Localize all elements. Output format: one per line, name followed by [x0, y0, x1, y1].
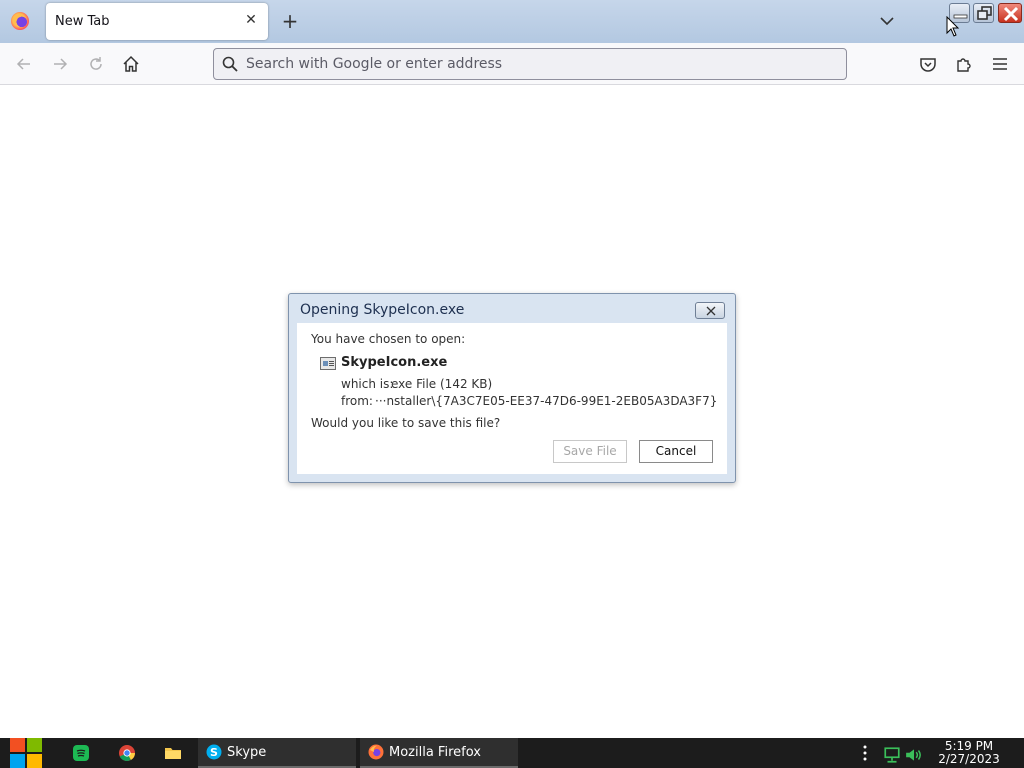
restore-icon — [977, 6, 992, 20]
start-icon-quad — [27, 738, 42, 752]
forward-arrow-icon[interactable] — [50, 54, 70, 74]
close-tab-icon[interactable]: ✕ — [243, 12, 259, 28]
taskbar-item-label: Skype — [227, 745, 267, 760]
svg-text:S: S — [210, 746, 218, 759]
dialog-title: Opening SkypeIcon.exe — [300, 302, 465, 318]
skype-icon: S — [206, 744, 222, 760]
start-icon — [10, 738, 25, 752]
taskbar-item-skype[interactable]: S Skype — [198, 738, 356, 768]
from-value: ···nstaller\{7A3C7E05-EE37-47D6-99E1-2EB… — [375, 394, 718, 408]
taskbar-item-firefox[interactable]: Mozilla Firefox — [360, 738, 518, 768]
new-tab-button[interactable]: + — [280, 11, 300, 31]
chosen-to-open-label: You have chosen to open: — [311, 332, 466, 346]
title-bar: New Tab ✕ + — [0, 0, 1024, 43]
system-clock[interactable]: 5:19 PM 2/27/2023 — [930, 740, 1008, 766]
download-dialog: Opening SkypeIcon.exe You have chosen to… — [288, 293, 736, 483]
tab-new-tab[interactable]: New Tab ✕ — [46, 3, 268, 40]
chrome-icon[interactable] — [118, 744, 136, 762]
close-icon — [706, 306, 716, 316]
menu-hamburger-icon[interactable] — [990, 54, 1010, 74]
list-all-tabs-icon[interactable] — [878, 12, 896, 30]
which-is-label: which is: — [341, 377, 394, 391]
spotify-icon[interactable] — [72, 744, 90, 762]
volume-icon[interactable] — [905, 746, 923, 764]
save-question: Would you like to save this file? — [311, 416, 501, 430]
file-name: SkypeIcon.exe — [341, 355, 448, 370]
tab-title: New Tab — [55, 14, 110, 29]
address-bar[interactable] — [213, 48, 847, 80]
navigation-toolbar — [0, 43, 1024, 85]
url-input[interactable] — [246, 53, 836, 75]
from-label: from: — [341, 394, 373, 408]
taskbar: S Skype Mozilla Firefox 5:19 PM 2/27/202… — [0, 738, 1024, 768]
exe-file-icon — [320, 357, 336, 370]
save-file-button[interactable]: Save File — [553, 440, 627, 463]
home-icon[interactable] — [121, 54, 141, 74]
firefox-icon — [368, 744, 384, 760]
extensions-icon[interactable] — [954, 54, 974, 74]
reload-icon[interactable] — [86, 54, 106, 74]
dialog-body: You have chosen to open: SkypeIcon.exe w… — [297, 323, 727, 474]
firefox-logo-icon[interactable] — [11, 12, 29, 30]
start-button[interactable] — [10, 738, 44, 768]
mouse-cursor-icon — [946, 16, 960, 37]
close-icon — [1003, 6, 1019, 22]
back-arrow-icon[interactable] — [14, 54, 34, 74]
search-icon — [222, 56, 238, 72]
file-type-value: exe File (142 KB) — [391, 377, 493, 391]
restore-button[interactable] — [973, 3, 994, 23]
taskbar-item-label: Mozilla Firefox — [389, 745, 481, 760]
clock-date: 2/27/2023 — [938, 752, 1000, 766]
start-icon-quad — [27, 754, 42, 768]
more-options-icon[interactable] — [862, 745, 868, 761]
cancel-button[interactable]: Cancel — [639, 440, 713, 463]
network-icon[interactable] — [883, 746, 901, 764]
pocket-icon[interactable] — [918, 54, 938, 74]
file-explorer-icon[interactable] — [164, 744, 182, 762]
dialog-close-button[interactable] — [695, 302, 725, 319]
start-icon-quad — [10, 754, 25, 768]
close-window-button[interactable] — [998, 3, 1022, 23]
